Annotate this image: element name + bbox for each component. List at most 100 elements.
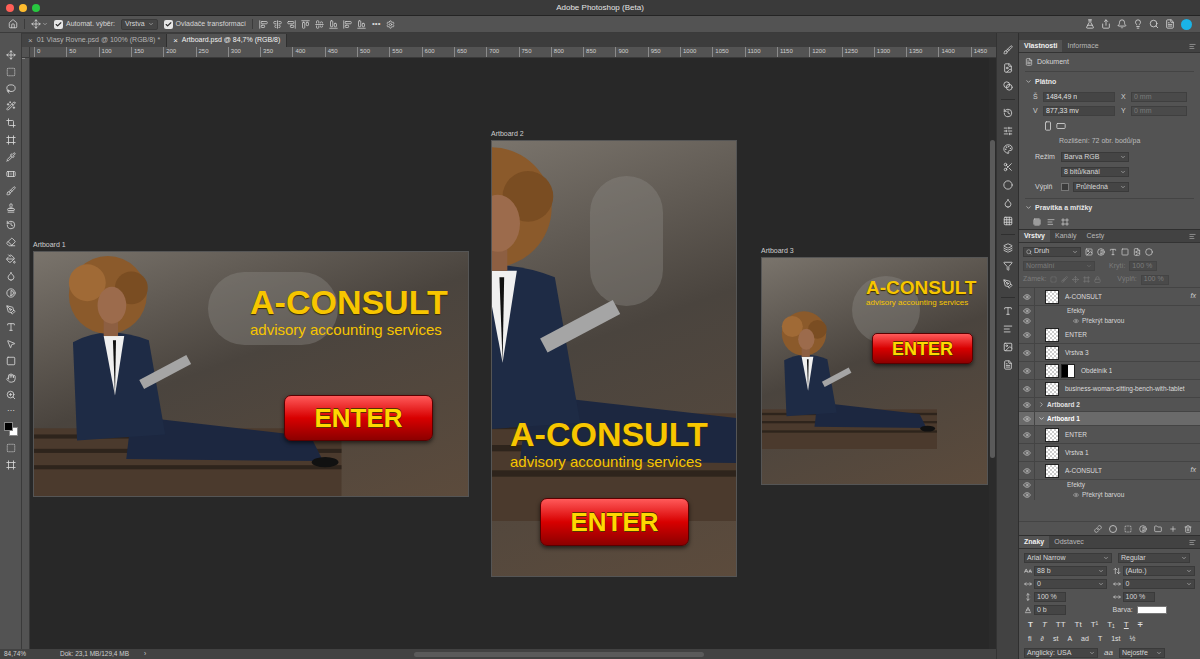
filter-toggle-icon[interactable] [1145,248,1153,256]
visibility-toggle[interactable] [1019,380,1035,397]
close-tab-button[interactable]: × [173,35,178,47]
lock-position-icon[interactable] [1072,276,1079,283]
artboard-label[interactable]: Artboard 3 [761,246,988,255]
close-tab-button[interactable]: × [28,35,33,47]
font-family-select[interactable]: Arial Narrow [1024,553,1112,563]
opentype-button[interactable]: A [1067,634,1072,645]
visibility-toggle[interactable] [1019,362,1035,379]
quick-mask-icon[interactable] [6,443,16,453]
effect-row[interactable]: Překrýt barvou [1019,316,1200,326]
align-left-icon[interactable] [259,20,268,29]
glyphs-icon[interactable] [1003,342,1013,352]
visibility-toggle[interactable] [1019,444,1035,461]
antialias-select[interactable]: Nejostře [1119,648,1165,658]
account-avatar-icon[interactable] [1181,19,1192,30]
visibility-toggle[interactable] [1019,480,1035,490]
properties-icon[interactable] [1003,126,1013,136]
eraser-tool-icon[interactable] [6,237,16,247]
opentype-button[interactable]: T [1098,634,1102,645]
opentype-button[interactable]: fi [1028,634,1032,645]
lock-artboard-icon[interactable] [1083,276,1090,283]
home-icon[interactable] [8,19,18,29]
baseline-shift-field[interactable]: 0 b [1034,605,1066,615]
layer-row[interactable]: ENTER [1019,326,1200,344]
crop-tool-icon[interactable] [6,118,16,128]
paths-icon[interactable] [1003,279,1013,289]
artboard-canvas[interactable]: A-CONSULTadvisory accounting servicesENT… [491,140,737,577]
vertical-scale-field[interactable]: 100 % [1034,592,1066,602]
blur-tool-icon[interactable] [6,271,16,281]
distribute-bottom-icon[interactable] [357,20,366,29]
gear-icon[interactable] [386,20,395,29]
type-style-button[interactable]: T¹ [1091,619,1099,631]
screen-mode-icon[interactable] [6,460,16,470]
type-style-button[interactable]: TT [1056,619,1066,631]
brush-settings-icon[interactable] [1003,45,1013,55]
type-style-button[interactable]: Tt [1075,619,1082,631]
vertical-scrollbar[interactable] [989,58,996,649]
panel-tab[interactable]: Odstavec [1049,536,1089,548]
zoom-level[interactable]: 84,74% [0,649,60,659]
type-style-button[interactable]: T [1138,619,1143,631]
move-tool-icon[interactable] [31,19,41,29]
enter-button[interactable]: ENTER [540,498,689,546]
paragraph-icon[interactable] [1003,324,1013,334]
libraries-icon[interactable] [1003,63,1013,73]
lock-pixels-icon[interactable] [1061,276,1068,283]
canvas-section-header[interactable]: Plátno [1025,77,1194,88]
align-vcenter-icon[interactable] [315,20,324,29]
grid-icon[interactable] [1033,218,1041,226]
effects-badge[interactable]: fx [1191,291,1200,302]
rulers-icon[interactable] [1061,218,1069,226]
canvas-field[interactable]: Š1484,49 n [1033,92,1115,103]
fill-field[interactable]: 100 % [1141,275,1169,285]
rulers-section-header[interactable]: Pravítka a mřížky [1025,198,1194,214]
minimize-button[interactable] [19,4,27,12]
visibility-toggle[interactable] [1019,462,1035,479]
clone-stamp-tool-icon[interactable] [6,203,16,213]
move-tool-icon[interactable] [6,50,16,60]
artboard-label[interactable]: Artboard 1 [33,240,469,249]
new-group-icon[interactable] [1154,525,1162,533]
color-icon[interactable] [1003,180,1013,190]
align-hcenter-icon[interactable] [273,20,282,29]
add-mask-icon[interactable] [1124,525,1132,533]
opentype-button[interactable]: st [1053,634,1058,645]
type-style-button[interactable]: T [1028,619,1033,631]
lasso-tool-icon[interactable] [6,84,16,94]
visibility-toggle[interactable] [1019,412,1035,425]
visibility-toggle[interactable] [1019,398,1035,411]
horizontal-scrollbar[interactable] [414,652,704,657]
rectangle-tool-icon[interactable] [6,356,16,366]
filter-pixel-icon[interactable] [1085,248,1093,256]
target-select[interactable]: Vrstva [121,19,158,30]
opentype-button[interactable]: ½ [1130,634,1136,645]
marquee-tool-icon[interactable] [6,67,16,77]
fill-select[interactable]: Průhledná [1073,182,1129,192]
lightbulb-icon[interactable] [1133,19,1143,29]
patterns-icon[interactable] [1003,216,1013,226]
layer-row[interactable]: Vrstva 1 [1019,444,1200,462]
document-tab[interactable]: ×Artboard.psd @ 84,7% (RGB/8) [167,34,287,47]
collapsed-chevron-icon[interactable] [1035,401,1047,408]
panel-menu-icon[interactable] [1189,43,1200,52]
visibility-toggle[interactable] [1019,326,1035,343]
canvas-field[interactable]: Y0 mm [1121,106,1187,117]
hand-tool-icon[interactable] [6,373,16,383]
artboard[interactable]: Artboard 3A-CONSULTadvisory accounting s… [761,246,988,485]
zoom-button[interactable] [32,4,40,12]
visibility-toggle[interactable] [1019,490,1035,500]
portrait-orientation-icon[interactable] [1043,121,1053,131]
canvas[interactable]: Artboard 1 A-CONSULTadvisory accounting s… [30,58,989,649]
layers-icon[interactable] [1003,243,1013,253]
align-right-icon[interactable] [287,20,296,29]
layer-style-icon[interactable] [1109,525,1117,533]
filter-type-icon[interactable] [1109,248,1117,256]
panel-tab[interactable]: Znaky [1019,536,1049,548]
type-style-button[interactable]: T [1042,619,1047,631]
layer-row[interactable]: A-CONSULTfx [1019,288,1200,306]
panel-tab[interactable]: Cesty [1081,230,1109,242]
frame-tool-icon[interactable] [6,135,16,145]
text-color-swatch[interactable] [1137,606,1167,614]
artboard[interactable]: Artboard 2A-CONSULTadvisory accounting s… [491,129,737,577]
